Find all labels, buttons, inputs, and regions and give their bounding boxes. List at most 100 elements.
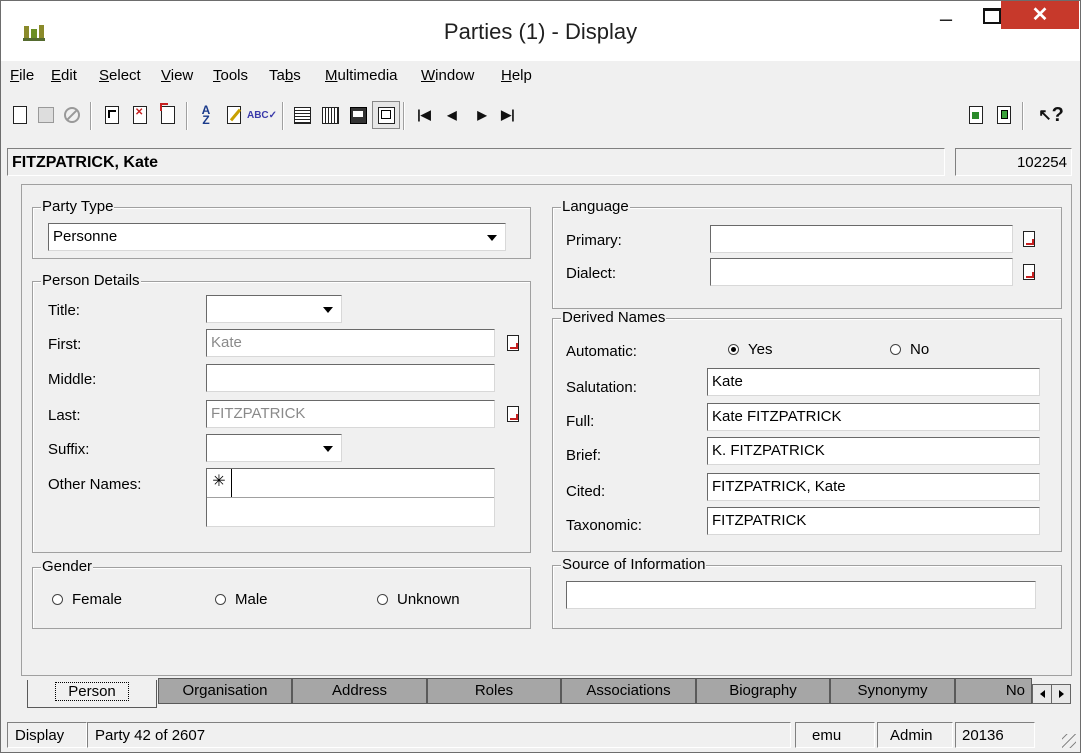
cited-name-field[interactable]: FITZPATRICK, Kate xyxy=(707,473,1040,501)
tab-scroll-right-icon[interactable] xyxy=(1051,684,1071,704)
chevron-down-icon[interactable] xyxy=(317,438,339,460)
menu-select[interactable]: Select xyxy=(99,67,141,84)
tab-synonymy[interactable]: Synonymy xyxy=(830,678,955,704)
menu-edit[interactable]: Edit xyxy=(51,67,77,84)
brief-name-field[interactable]: K. FITZPATRICK xyxy=(707,437,1040,465)
menu-help[interactable]: Help xyxy=(501,67,532,84)
suffix-select[interactable] xyxy=(206,434,342,462)
full-label: Full: xyxy=(566,413,595,430)
cited-label: Cited: xyxy=(566,483,606,500)
minimize-button[interactable]: – xyxy=(923,1,969,39)
spell-check-icon[interactable]: ABC✓ xyxy=(247,102,277,128)
title-label: Title: xyxy=(48,302,80,319)
menu-bar: File Edit Select View Tools Tabs Multime… xyxy=(1,61,1080,89)
middle-name-field[interactable] xyxy=(206,364,495,392)
new-record-icon[interactable] xyxy=(7,102,33,128)
chevron-down-icon[interactable] xyxy=(317,299,339,321)
record-id: 102254 xyxy=(955,148,1072,176)
title-select[interactable] xyxy=(206,295,342,323)
menu-tabs[interactable]: Tabs xyxy=(269,67,301,84)
first-name-field[interactable]: Kate xyxy=(206,329,495,357)
dialect-field[interactable] xyxy=(710,258,1013,286)
last-name-field[interactable]: FITZPATRICK xyxy=(206,400,495,428)
chevron-down-icon[interactable] xyxy=(481,227,503,249)
suffix-label: Suffix: xyxy=(48,441,90,458)
grid-view-icon[interactable] xyxy=(317,102,343,128)
save-icon[interactable] xyxy=(33,102,59,128)
first-label: First: xyxy=(48,336,82,353)
status-bar: Display Party 42 of 2607 emu Admin 20136 xyxy=(1,718,1080,752)
go-to-record-icon[interactable] xyxy=(99,102,125,128)
radio-icon xyxy=(377,594,388,605)
close-button[interactable]: ✕ xyxy=(1001,1,1079,29)
attach-icon[interactable] xyxy=(963,102,989,128)
previous-record-icon[interactable]: ◀ xyxy=(439,102,465,128)
party-type-select[interactable]: Personne xyxy=(48,223,506,251)
status-user: Admin xyxy=(877,722,953,748)
tab-address[interactable]: Address xyxy=(292,678,427,704)
tab-roles[interactable]: Roles xyxy=(427,678,561,704)
tab-associations[interactable]: Associations xyxy=(561,678,696,704)
menu-multimedia[interactable]: Multimedia xyxy=(325,67,398,84)
context-help-icon[interactable]: ↖? xyxy=(1031,102,1071,128)
gender-female-radio[interactable]: Female xyxy=(52,591,122,608)
primary-language-field[interactable] xyxy=(710,225,1013,253)
last-record-icon[interactable]: ▶| xyxy=(495,102,521,128)
menu-tools[interactable]: Tools xyxy=(213,67,248,84)
taxonomic-label: Taxonomic: xyxy=(566,517,642,534)
derived-names-label: Derived Names xyxy=(561,309,667,326)
status-number: 20136 xyxy=(955,722,1035,748)
person-details-label: Person Details xyxy=(41,272,141,289)
window-title: Parties (1) - Display xyxy=(443,19,638,44)
menu-window[interactable]: Window xyxy=(421,67,474,84)
salutation-label: Salutation: xyxy=(566,379,637,396)
automatic-no-radio[interactable]: No xyxy=(890,341,929,358)
lookup-icon[interactable] xyxy=(1018,226,1040,252)
gender-label: Gender xyxy=(41,558,94,575)
gender-unknown-radio[interactable]: Unknown xyxy=(377,591,460,608)
maximize-icon xyxy=(983,8,1001,24)
salutation-field[interactable]: Kate xyxy=(707,368,1040,396)
automatic-yes-radio[interactable]: Yes xyxy=(728,341,772,358)
gender-male-radio[interactable]: Male xyxy=(215,591,268,608)
new-row-marker-icon: ✳ xyxy=(207,469,232,497)
new-version-icon[interactable] xyxy=(155,102,181,128)
lookup-icon[interactable] xyxy=(502,330,524,356)
lookup-icon[interactable] xyxy=(502,401,524,427)
status-database: emu xyxy=(795,722,875,748)
first-record-icon[interactable]: |◀ xyxy=(411,102,437,128)
cancel-icon[interactable] xyxy=(59,102,85,128)
tab-biography[interactable]: Biography xyxy=(696,678,830,704)
other-names-label: Other Names: xyxy=(48,476,142,493)
next-record-icon[interactable]: ▶ xyxy=(469,102,495,128)
tab-person[interactable]: Person xyxy=(27,680,157,708)
full-name-field[interactable]: Kate FITZPATRICK xyxy=(707,403,1040,431)
last-label: Last: xyxy=(48,407,81,424)
menu-view[interactable]: View xyxy=(161,67,193,84)
tab-organisation[interactable]: Organisation xyxy=(158,678,292,704)
radio-icon xyxy=(890,344,901,355)
detail-view-icon[interactable] xyxy=(372,101,400,129)
report-view-icon[interactable] xyxy=(345,102,371,128)
tab-scroll-left-icon[interactable] xyxy=(1032,684,1052,704)
other-names-grid[interactable]: ✳ xyxy=(206,468,495,527)
delete-record-icon[interactable]: ✕ xyxy=(127,102,153,128)
record-name-header: FITZPATRICK, Kate xyxy=(7,148,945,176)
source-of-information-label: Source of Information xyxy=(561,556,707,573)
tab-overflow[interactable]: No xyxy=(955,678,1032,704)
dialect-label: Dialect: xyxy=(566,265,617,282)
list-view-icon[interactable] xyxy=(289,102,315,128)
lookup-icon[interactable] xyxy=(1018,259,1040,285)
source-of-information-field[interactable] xyxy=(566,581,1036,609)
edit-icon[interactable] xyxy=(221,102,247,128)
radio-selected-icon xyxy=(728,344,739,355)
radio-icon xyxy=(52,594,63,605)
sort-icon[interactable]: AZ xyxy=(193,102,219,128)
language-label: Language xyxy=(561,198,630,215)
copy-record-icon[interactable] xyxy=(991,102,1017,128)
taxonomic-name-field[interactable]: FITZPATRICK xyxy=(707,507,1040,535)
form-panel: Party Type Personne Person Details Title… xyxy=(21,184,1072,676)
tab-strip: Person Organisation Address Roles Associ… xyxy=(21,678,1071,708)
menu-file[interactable]: File xyxy=(10,67,34,84)
resize-grip-icon[interactable] xyxy=(1062,734,1076,748)
